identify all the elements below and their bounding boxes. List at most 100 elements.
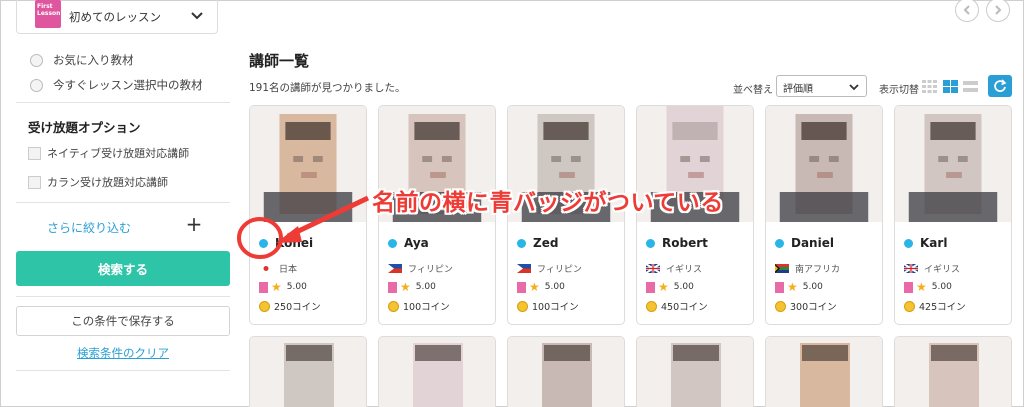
teacher-coin-row: 300コイン xyxy=(775,299,837,313)
checkbox-callan-unlimited[interactable]: カラン受け放題対応講師 xyxy=(28,174,168,190)
sort-select[interactable]: 評価順 xyxy=(776,75,867,97)
sort-value: 評価順 xyxy=(783,84,813,95)
teacher-rating: 5.00 xyxy=(544,282,565,292)
flag-south-africa-icon xyxy=(775,264,789,273)
divider xyxy=(16,102,230,103)
teacher-photo xyxy=(766,337,882,407)
book-icon xyxy=(517,281,526,293)
narrow-down-link[interactable]: さらに絞り込む xyxy=(47,219,131,236)
teacher-name-row: Aya xyxy=(388,236,429,250)
teacher-name[interactable]: Aya xyxy=(404,236,429,250)
teacher-card[interactable]: Karl イギリス ★ 5.00 425コイン xyxy=(894,105,1012,325)
book-icon xyxy=(388,281,397,293)
teacher-card[interactable] xyxy=(765,336,883,407)
radio-favorite-material[interactable]: お気に入り教材 xyxy=(30,52,134,68)
teacher-rating: 5.00 xyxy=(931,282,952,292)
flag-uk-icon xyxy=(646,264,660,273)
teacher-rating-row: ★ 5.00 xyxy=(646,280,694,294)
teacher-card[interactable] xyxy=(249,336,367,407)
plus-icon[interactable]: + xyxy=(185,214,203,236)
teacher-photo xyxy=(508,337,624,407)
divider xyxy=(16,296,230,297)
book-icon xyxy=(646,281,655,293)
radio-button[interactable] xyxy=(30,78,43,92)
coin-icon xyxy=(259,300,270,312)
course-label: 初めてのレッスン xyxy=(69,9,161,24)
star-icon: ★ xyxy=(529,280,540,294)
refresh-icon xyxy=(994,79,1007,92)
result-count: 191名の講師が見つかりました。 xyxy=(249,82,406,94)
coin-icon xyxy=(388,300,399,312)
teacher-rating-row: ★ 5.00 xyxy=(517,280,565,294)
blue-badge-icon xyxy=(775,238,784,248)
radio-current-material[interactable]: 今すぐレッスン選択中の教材 xyxy=(30,77,203,93)
teacher-card[interactable] xyxy=(507,336,625,407)
coin-icon xyxy=(775,300,786,312)
chevron-down-icon xyxy=(191,12,203,20)
teacher-coins: 250コイン xyxy=(274,302,321,313)
teacher-coin-row: 425コイン xyxy=(904,299,966,313)
teacher-rating-row: ★ 5.00 xyxy=(259,280,307,294)
coin-icon xyxy=(904,300,915,312)
divider xyxy=(16,370,230,371)
clear-conditions-link[interactable]: 検索条件のクリア xyxy=(16,345,230,361)
teacher-card[interactable] xyxy=(894,336,1012,407)
radio-label: お気に入り教材 xyxy=(53,53,134,67)
refresh-button[interactable] xyxy=(988,75,1012,97)
annotation-text: 名前の横に青バッジがついている xyxy=(372,190,724,216)
teacher-country: 南アフリカ xyxy=(795,265,841,275)
page-title: 講師一覧 xyxy=(249,52,310,70)
teacher-country-row: フィリピン xyxy=(388,262,453,275)
teacher-country: 日本 xyxy=(279,265,298,275)
checkbox-native-unlimited[interactable]: ネイティブ受け放題対応講師 xyxy=(28,145,189,161)
grid-small-icon[interactable] xyxy=(922,80,937,93)
star-icon: ★ xyxy=(271,280,282,294)
teacher-name[interactable]: Karl xyxy=(920,236,947,250)
course-select[interactable]: First Lesson 初めてのレッスン xyxy=(16,0,218,34)
teacher-rating-row: ★ 5.00 xyxy=(775,280,823,294)
list-view-icon[interactable] xyxy=(963,80,978,93)
teacher-coin-row: 100コイン xyxy=(517,299,579,313)
chevron-down-icon xyxy=(849,84,859,91)
save-conditions-button[interactable]: この条件で保存する xyxy=(16,306,230,336)
flag-philippines-icon xyxy=(388,264,402,273)
teacher-name-row: Daniel xyxy=(775,236,834,250)
teacher-country: イギリス xyxy=(666,265,703,275)
checkbox-label: ネイティブ受け放題対応講師 xyxy=(47,147,190,160)
checkbox[interactable] xyxy=(28,175,41,189)
teacher-card[interactable]: Daniel 南アフリカ ★ 5.00 300コイン xyxy=(765,105,883,325)
checkbox-label: カラン受け放題対応講師 xyxy=(47,176,168,189)
search-button[interactable]: 検索する xyxy=(16,251,230,286)
teacher-country: フィリピン xyxy=(408,265,453,275)
teacher-rating: 5.00 xyxy=(415,282,436,292)
star-icon: ★ xyxy=(400,280,411,294)
radio-button[interactable] xyxy=(30,53,43,67)
teacher-card[interactable] xyxy=(636,336,754,407)
blue-badge-icon xyxy=(904,238,913,248)
coin-icon xyxy=(517,300,528,312)
radio-label: 今すぐレッスン選択中の教材 xyxy=(53,78,203,92)
teacher-rating-row: ★ 5.00 xyxy=(904,280,952,294)
course-thumbnail: First Lesson xyxy=(35,0,61,28)
checkbox[interactable] xyxy=(28,146,41,160)
book-icon xyxy=(259,281,268,293)
teacher-card[interactable] xyxy=(378,336,496,407)
teacher-country-row: イギリス xyxy=(904,262,960,275)
flag-uk-icon xyxy=(904,264,918,273)
teacher-name[interactable]: Robert xyxy=(662,236,708,250)
teacher-coin-row: 450コイン xyxy=(646,299,708,313)
teacher-coins: 100コイン xyxy=(532,302,579,313)
teacher-name[interactable]: Daniel xyxy=(791,236,834,250)
teacher-country: フィリピン xyxy=(537,265,582,275)
sort-label: 並べ替え xyxy=(733,85,773,96)
teacher-name-row: Zed xyxy=(517,236,558,250)
blue-badge-icon xyxy=(517,238,526,248)
grid-large-icon[interactable] xyxy=(943,80,958,93)
teacher-country-row: フィリピン xyxy=(517,262,582,275)
teacher-coin-row: 250コイン xyxy=(259,299,321,313)
view-toggle-label: 表示切替 xyxy=(879,85,919,96)
teacher-name[interactable]: Zed xyxy=(533,236,558,250)
coin-icon xyxy=(646,300,657,312)
teacher-country-row: 南アフリカ xyxy=(775,262,840,275)
teacher-photo xyxy=(766,106,882,222)
